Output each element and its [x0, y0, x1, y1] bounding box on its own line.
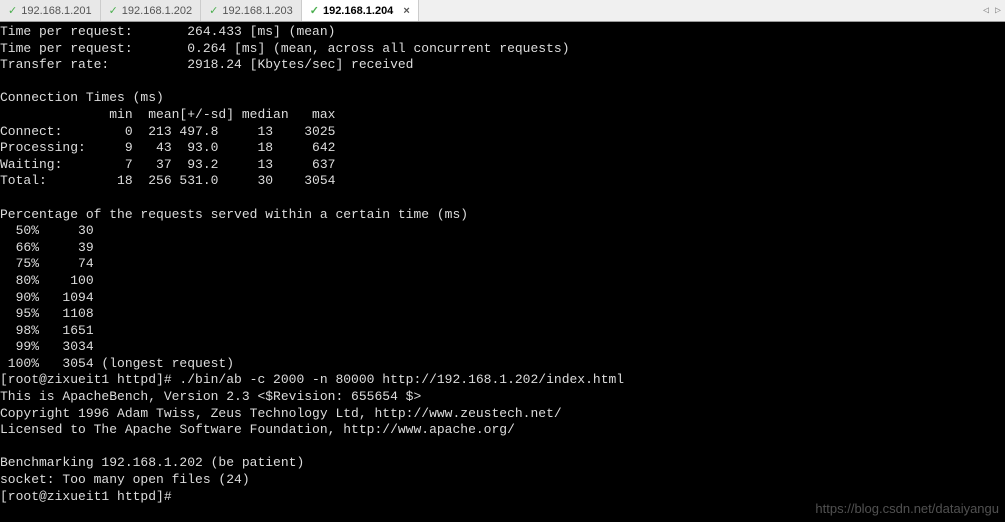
- terminal-output[interactable]: Time per request: 264.433 [ms] (mean) Ti…: [0, 22, 1005, 505]
- tab-host-1[interactable]: ✓ 192.168.1.201: [0, 0, 101, 21]
- watermark-text: https://blog.csdn.net/dataiyangu: [815, 501, 999, 516]
- tab-label: 192.168.1.203: [222, 5, 292, 17]
- tab-bar: ✓ 192.168.1.201 ✓ 192.168.1.202 ✓ 192.16…: [0, 0, 1005, 22]
- tab-next-icon[interactable]: ▷: [995, 5, 1001, 17]
- tab-host-3[interactable]: ✓ 192.168.1.203: [201, 0, 302, 21]
- check-icon: ✓: [209, 4, 218, 17]
- tab-host-2[interactable]: ✓ 192.168.1.202: [101, 0, 202, 21]
- tab-host-4[interactable]: ✓ 192.168.1.204 ×: [302, 0, 419, 21]
- check-icon: ✓: [8, 4, 17, 17]
- tab-prev-icon[interactable]: ◁: [983, 5, 989, 17]
- tab-label: 192.168.1.202: [122, 5, 192, 17]
- tab-label: 192.168.1.201: [21, 5, 91, 17]
- close-icon[interactable]: ×: [403, 5, 409, 17]
- check-icon: ✓: [310, 4, 319, 17]
- check-icon: ✓: [109, 4, 118, 17]
- tab-label: 192.168.1.204: [323, 5, 393, 17]
- tab-nav-arrows: ◁ ▷: [979, 0, 1005, 21]
